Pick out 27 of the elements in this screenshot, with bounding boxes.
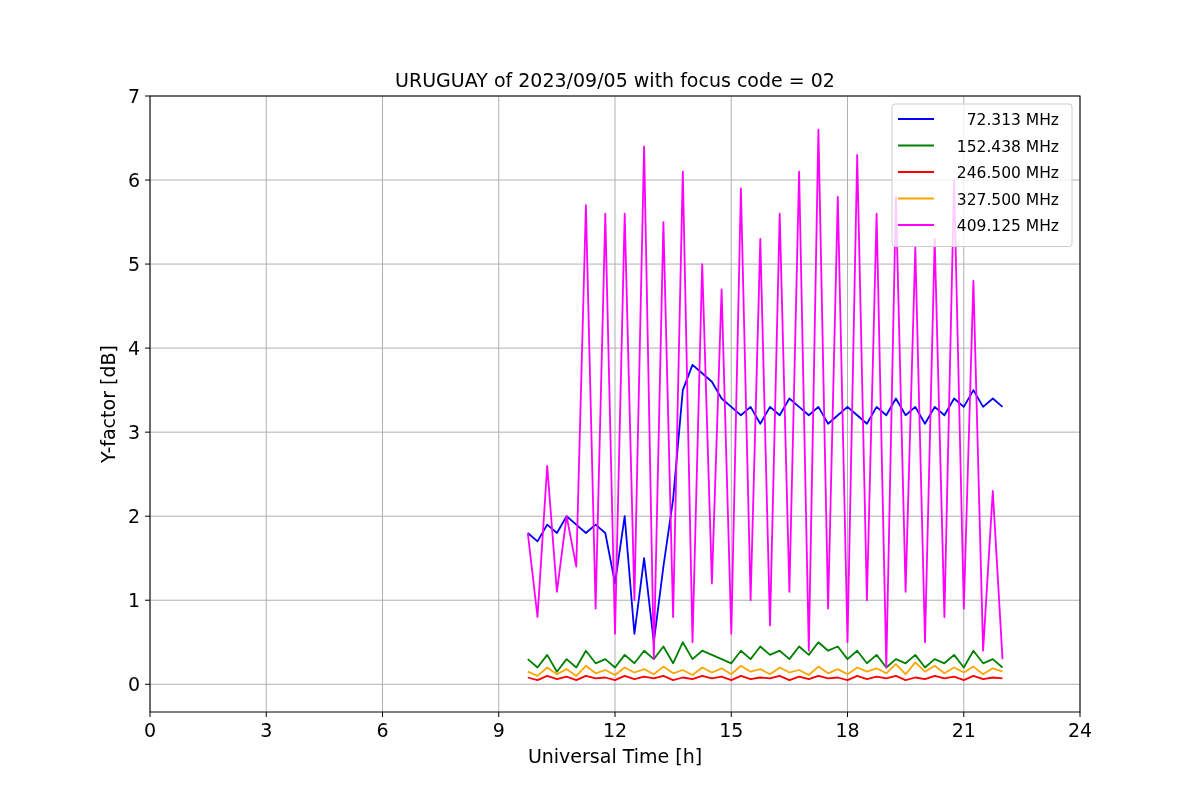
legend-label: 246.500 MHz	[956, 164, 1059, 182]
tick-label: 5	[127, 253, 140, 276]
tick-label: 21	[951, 719, 976, 741]
tick-label: 15	[719, 719, 744, 741]
legend-label: 409.125 MHz	[956, 217, 1059, 235]
x-axis-label: Universal Time [h]	[527, 745, 703, 767]
y-axis-label: Y-factor [dB]	[97, 345, 119, 463]
tick-label: 0	[143, 719, 157, 741]
legend-label: 152.438 MHz	[956, 137, 1059, 156]
tick-label: 18	[835, 719, 860, 741]
legend-label: 72.313 MHz	[966, 111, 1059, 129]
tick-label: 12	[602, 719, 628, 741]
tick-label: 0	[127, 673, 140, 696]
tick-label: 1	[127, 589, 140, 612]
tick-label: 24	[1067, 719, 1093, 741]
legend-swatch	[897, 197, 935, 200]
tick-label: 4	[127, 337, 140, 360]
tick-label: 6	[127, 169, 140, 192]
legend-label: 327.500 MHz	[956, 190, 1059, 209]
tick-label: 3	[260, 719, 273, 741]
tick-label: 6	[376, 719, 389, 741]
chart-title: URUGUAY of 2023/09/05 with focus code = 02	[395, 69, 835, 91]
tick-label: 9	[492, 719, 505, 741]
tick-label: 7	[127, 85, 140, 107]
tick-label: 2	[127, 505, 140, 528]
legend-swatch	[897, 144, 935, 147]
tick-label: 3	[127, 421, 140, 444]
